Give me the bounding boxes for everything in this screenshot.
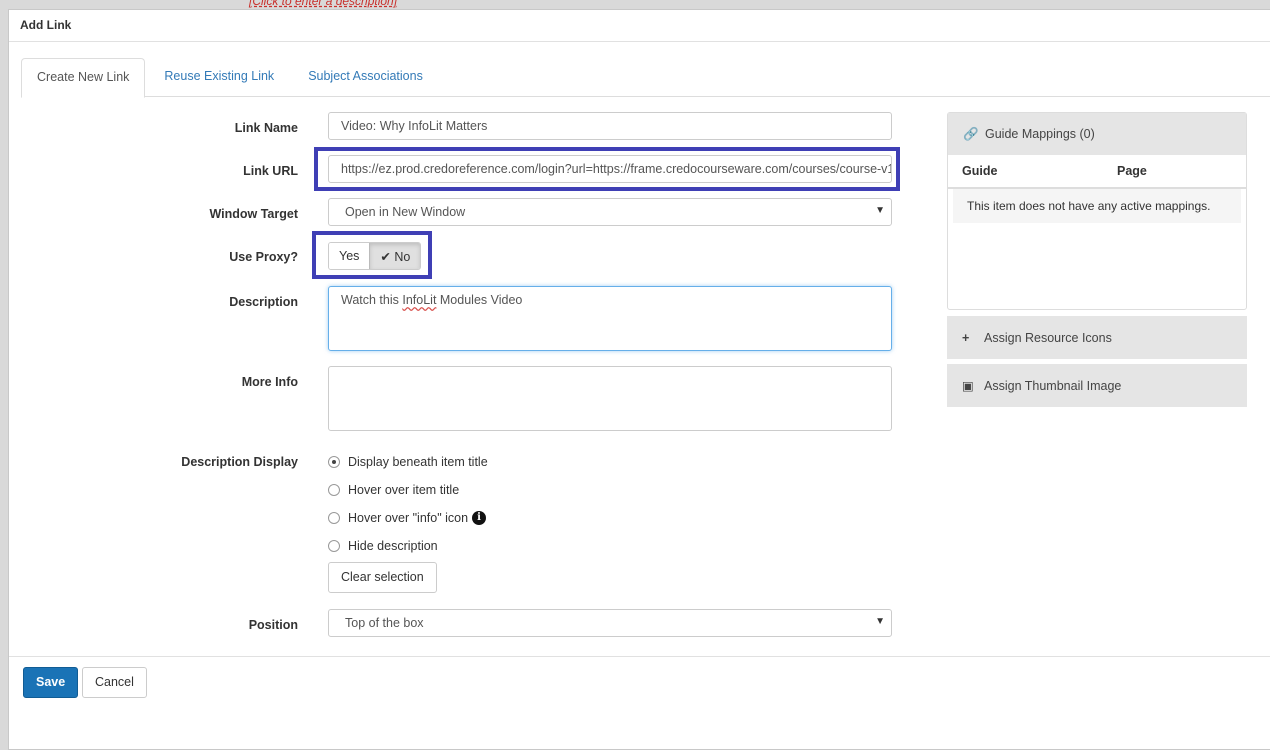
radio-option-hover-title[interactable]: Hover over item title	[328, 483, 459, 497]
clear-selection-button[interactable]: Clear selection	[328, 562, 437, 593]
description-text-start: Watch this	[341, 293, 403, 307]
chevron-down-icon: ▼	[875, 205, 885, 216]
radio-option-hide[interactable]: Hide description	[328, 539, 438, 553]
position-label: Position	[248, 618, 298, 632]
tab-reuse-existing-link[interactable]: Reuse Existing Link	[149, 58, 289, 97]
guide-mappings-header[interactable]: 🔗 Guide Mappings (0)	[948, 113, 1246, 155]
radio-button[interactable]	[328, 512, 340, 524]
use-proxy-toggle: Yes ✔ No	[328, 242, 422, 270]
assign-thumbnail-label: Assign Thumbnail Image	[984, 378, 1122, 393]
description-text-end: Modules Video	[436, 293, 523, 307]
col-guide: Guide	[962, 164, 998, 178]
assign-resource-icons-panel[interactable]: + Assign Resource Icons	[947, 316, 1247, 359]
link-name-input[interactable]: Video: Why InfoLit Matters	[328, 112, 892, 140]
cancel-button[interactable]: Cancel	[82, 667, 147, 698]
radio-label: Hide description	[348, 539, 438, 553]
add-link-dialog: Add Link Create New Link Reuse Existing …	[8, 9, 1270, 750]
use-proxy-label: Use Proxy?	[229, 250, 298, 264]
proxy-yes-button[interactable]: Yes	[329, 243, 370, 269]
position-value: Top of the box	[345, 616, 424, 630]
link-icon: 🔗	[963, 126, 979, 141]
mappings-empty-row: This item does not have any active mappi…	[953, 189, 1241, 223]
link-url-label: Link URL	[243, 164, 298, 178]
footer-divider	[9, 656, 1270, 657]
info-icon: i	[472, 511, 487, 525]
plus-icon: +	[962, 330, 970, 345]
mappings-table-header: Guide Page	[948, 155, 1246, 189]
radio-button[interactable]	[328, 456, 340, 468]
tab-create-new-link[interactable]: Create New Link	[21, 58, 146, 98]
position-select[interactable]: Top of the box ▼	[328, 609, 892, 637]
tab-subject-associations[interactable]: Subject Associations	[293, 58, 438, 97]
proxy-no-label: No	[394, 250, 411, 264]
description-display-label: Description Display	[181, 455, 298, 469]
image-icon: ▣	[962, 379, 974, 393]
more-info-textarea[interactable]	[328, 366, 892, 431]
background-description-link: [Click to enter a description]	[249, 0, 398, 8]
description-textarea[interactable]: Watch this InfoLit Modules Video	[328, 286, 892, 351]
guide-mappings-title: Guide Mappings (0)	[985, 127, 1095, 141]
chevron-down-icon: ▼	[875, 616, 885, 627]
tab-bar: Create New Link Reuse Existing Link Subj…	[21, 58, 1270, 98]
assign-thumbnail-panel[interactable]: ▣ Assign Thumbnail Image	[947, 364, 1247, 407]
col-page: Page	[1117, 164, 1147, 178]
window-target-value: Open in New Window	[345, 205, 466, 219]
radio-button[interactable]	[328, 540, 340, 552]
window-target-select[interactable]: Open in New Window ▼	[328, 198, 892, 226]
checkmark-icon: ✔	[380, 250, 391, 264]
radio-label: Hover over item title	[348, 483, 460, 497]
dialog-title: Add Link	[9, 10, 1270, 42]
radio-button[interactable]	[328, 484, 340, 496]
guide-mappings-panel: 🔗 Guide Mappings (0) Guide Page This ite…	[947, 112, 1247, 310]
window-target-label: Window Target	[209, 207, 298, 221]
more-info-label: More Info	[241, 375, 298, 389]
link-name-label: Link Name	[234, 121, 298, 135]
radio-option-beneath[interactable]: Display beneath item title	[328, 455, 488, 469]
description-misspelled-word: InfoLit	[402, 293, 437, 307]
radio-label: Display beneath item title	[348, 455, 488, 469]
proxy-no-button[interactable]: ✔ No	[369, 243, 421, 269]
link-url-input[interactable]: https://ez.prod.credoreference.com/login…	[328, 155, 892, 183]
description-label: Description	[229, 295, 298, 309]
radio-label: Hover over "info" icon	[348, 511, 469, 525]
save-button[interactable]: Save	[23, 667, 79, 698]
radio-option-hover-info[interactable]: Hover over "info" icon i	[328, 511, 487, 525]
assign-icons-label: Assign Resource Icons	[984, 330, 1112, 345]
